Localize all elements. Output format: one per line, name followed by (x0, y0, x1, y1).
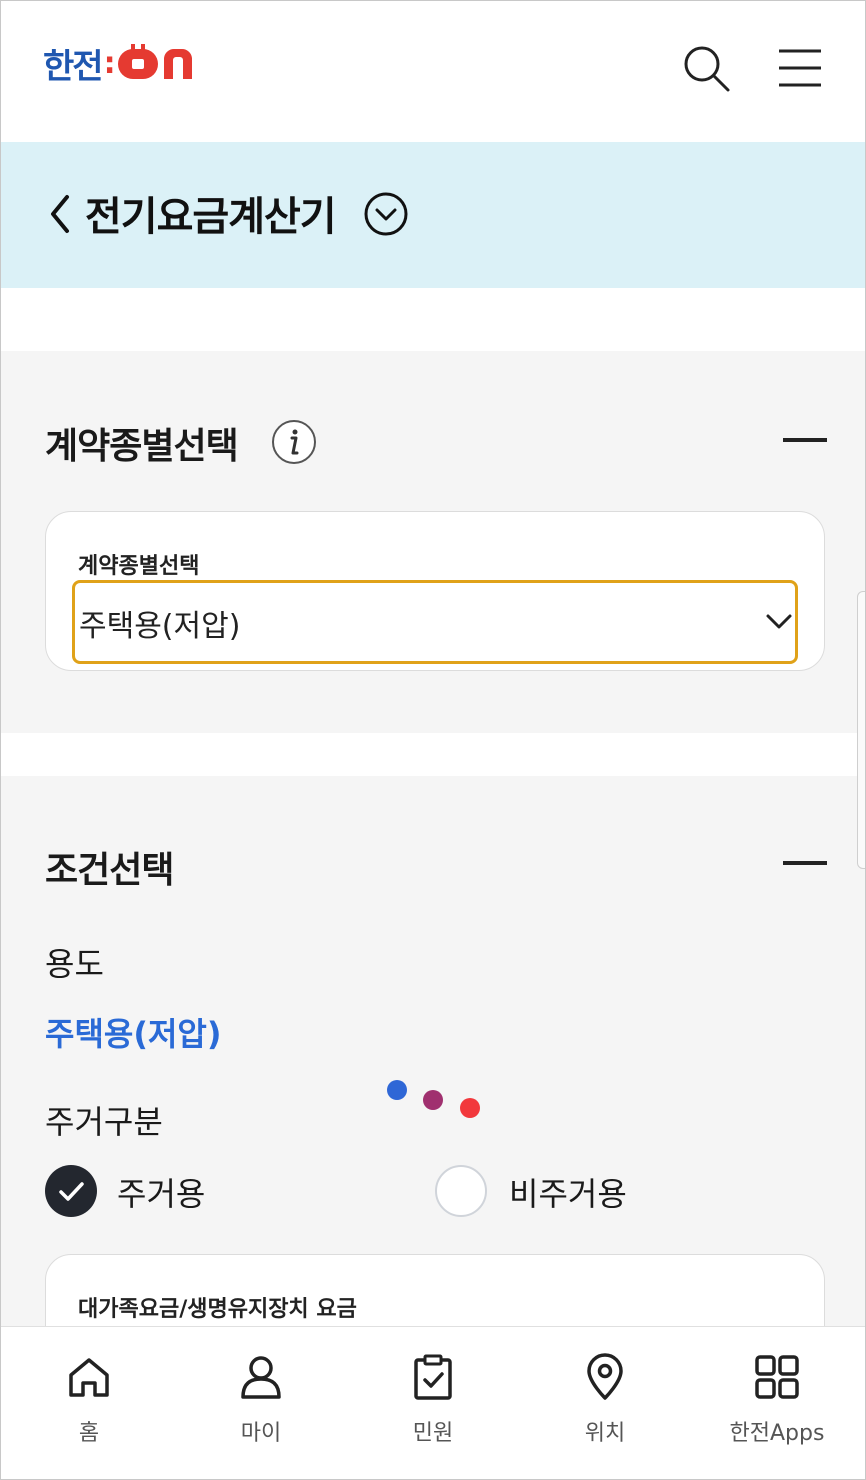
menu-button[interactable] (775, 45, 825, 89)
logo-colon: : (103, 45, 116, 81)
clipboard-check-icon (414, 1354, 452, 1400)
contract-type-select[interactable]: 주택용(저압) (72, 580, 798, 664)
condition-heading: 조건선택 (45, 850, 174, 891)
large-family-label: 대가족요금/생명유지장치 요금 (78, 1297, 357, 1322)
back-button[interactable] (45, 191, 75, 237)
nav-kepco-apps-label: 한전Apps (729, 1421, 825, 1446)
contract-type-selected-value: 주택용(저압) (79, 609, 241, 644)
nav-location-label: 위치 (584, 1421, 626, 1446)
search-icon (684, 46, 730, 92)
app-header: 한전 : (1, 1, 865, 141)
nav-home-label: 홈 (78, 1421, 100, 1446)
nav-location[interactable]: 위치 (519, 1327, 691, 1479)
person-icon (241, 1356, 281, 1399)
contract-type-label: 계약종별선택 (78, 554, 200, 579)
bottom-navigation: 홈 마이 민원 위치 한전Apps (1, 1326, 865, 1479)
collapse-contract-section-button[interactable] (783, 438, 827, 442)
collapse-condition-section-button[interactable] (783, 861, 827, 865)
non-residential-radio-label[interactable]: 비주거용 (509, 1169, 627, 1215)
contract-type-heading: 계약종별선택 (45, 426, 239, 467)
loading-dot (460, 1098, 480, 1118)
screen: 한전 : 전기요금계산기 계약종별선택 계약종별선택 주택용(저압) 조건선택 … (0, 0, 866, 1480)
logo-on-mark (117, 44, 204, 82)
location-pin-icon (587, 1353, 623, 1400)
chevron-down-circle-icon (364, 192, 408, 236)
residence-type-label: 주거구분 (45, 1103, 163, 1141)
chevron-down-icon (766, 614, 792, 629)
logo-text: 한전 (43, 46, 104, 87)
home-icon (69, 1358, 109, 1397)
search-button[interactable] (681, 43, 731, 93)
kepco-on-logo[interactable]: 한전 : (43, 41, 204, 87)
residential-radio[interactable] (45, 1165, 97, 1217)
hamburger-menu-icon (779, 49, 821, 87)
info-icon (272, 420, 316, 464)
nav-my-label: 마이 (240, 1421, 282, 1446)
page-title: 전기요금계산기 (85, 194, 337, 240)
non-residential-radio[interactable] (435, 1165, 487, 1217)
residential-radio-label[interactable]: 주거용 (117, 1169, 205, 1215)
contract-type-card: 계약종별선택 주택용(저압) (45, 511, 825, 671)
nav-home[interactable]: 홈 (3, 1327, 175, 1479)
chevron-left-icon (51, 195, 69, 233)
nav-my[interactable]: 마이 (175, 1327, 347, 1479)
nav-kepco-apps[interactable]: 한전Apps (691, 1327, 863, 1479)
apps-grid-icon (755, 1355, 799, 1399)
title-dropdown-button[interactable] (363, 191, 409, 237)
nav-civil-complaint-label: 민원 (412, 1421, 454, 1446)
loading-dot (387, 1080, 407, 1100)
info-button[interactable] (271, 419, 317, 465)
usage-label: 용도 (45, 945, 104, 983)
check-icon (59, 1182, 84, 1201)
usage-value: 주택용(저압) (45, 1015, 222, 1053)
loading-dot (423, 1090, 443, 1110)
scrollbar-thumb[interactable] (857, 591, 865, 869)
nav-civil-complaint[interactable]: 민원 (347, 1327, 519, 1479)
